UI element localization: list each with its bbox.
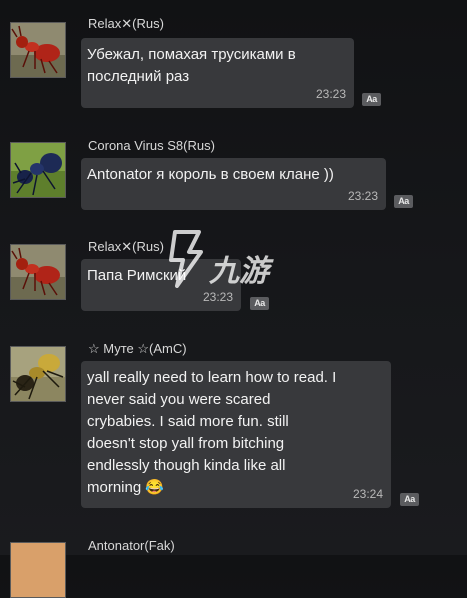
sender-name: Antonator(Fak): [88, 538, 175, 553]
sender-name: ☆ Муте ☆(AmC): [88, 341, 187, 356]
avatar-yellow-ant[interactable]: [10, 346, 66, 402]
translate-icon[interactable]: Aa: [394, 195, 413, 208]
message-bubble[interactable]: yall really need to learn how to read. I…: [81, 361, 391, 508]
message-time: 23:23: [347, 189, 378, 203]
avatar-partial[interactable]: [10, 542, 66, 598]
message-text: yall really need to learn how to read. I…: [87, 369, 337, 496]
message-bubble[interactable]: Antonator я король в своем клане )) 23:2…: [81, 158, 386, 210]
watermark-logo-icon: [169, 230, 203, 288]
translate-icon[interactable]: Aa: [400, 493, 419, 506]
message-text: Убежал, помахая трусиками в последний ра…: [87, 46, 296, 85]
avatar-red-ant[interactable]: [10, 22, 66, 78]
message-time: 23:23: [315, 87, 346, 101]
watermark-text: 九游: [209, 255, 269, 288]
message-time: 23:24: [352, 487, 383, 501]
sender-name: Corona Virus S8(Rus): [88, 138, 215, 153]
translate-icon[interactable]: Aa: [362, 93, 381, 106]
watermark: 九游: [165, 228, 295, 290]
message-text: Antonator я король в своем клане )): [87, 166, 334, 183]
avatar-red-ant[interactable]: [10, 244, 66, 300]
sender-name: Relax✕(Rus): [88, 239, 164, 254]
translate-icon[interactable]: Aa: [250, 297, 269, 310]
avatar-blue-ant[interactable]: [10, 142, 66, 198]
sender-name: Relax✕(Rus): [88, 16, 164, 31]
message-bubble[interactable]: Убежал, помахая трусиками в последний ра…: [81, 38, 354, 108]
